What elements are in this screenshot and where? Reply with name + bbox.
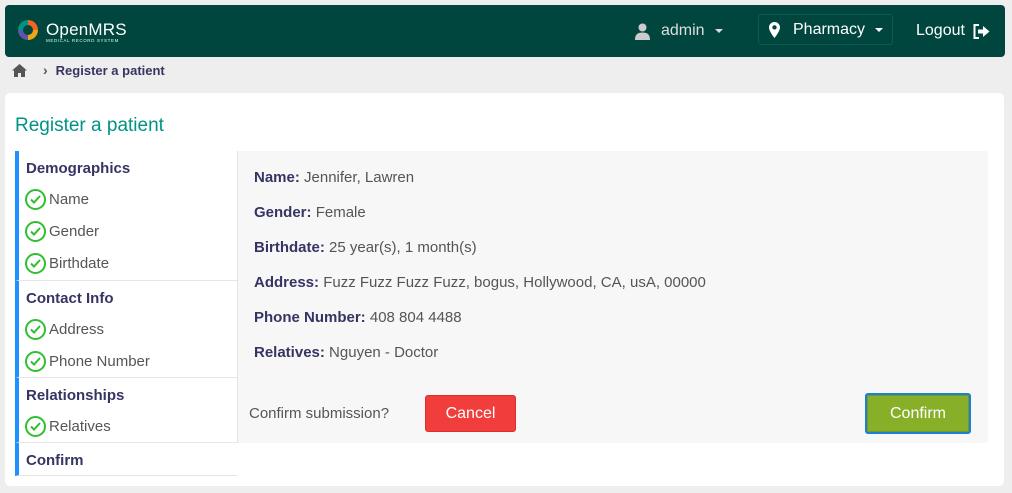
cancel-button[interactable]: Cancel [425, 395, 516, 432]
confirmation-summary: Name: Jennifer, Lawren Gender: Female Bi… [237, 151, 988, 443]
step-label: Name [49, 190, 90, 208]
user-menu[interactable]: admin [635, 19, 723, 43]
sign-out-icon [973, 23, 990, 39]
home-icon[interactable] [12, 63, 27, 77]
openmrs-logo[interactable]: OpenMRS MEDICAL RECORD SYSTEM [16, 18, 127, 44]
summary-name: Name: Jennifer, Lawren [254, 169, 414, 186]
summary-relatives: Relatives: Nguyen - Doctor [254, 344, 438, 361]
step-phone-number[interactable]: Phone Number [19, 345, 237, 377]
section-title[interactable]: Confirm [19, 443, 237, 475]
openmrs-logo-icon [16, 18, 40, 42]
field-value: Jennifer, Lawren [304, 169, 415, 186]
step-label: Phone Number [49, 352, 150, 370]
summary-phone-number: Phone Number: 408 804 4488 [254, 309, 462, 326]
field-value: Nguyen - Doctor [329, 344, 439, 361]
location-label: Pharmacy [793, 20, 866, 38]
field-label: Relatives: [254, 344, 325, 361]
step-relatives[interactable]: Relatives [19, 410, 237, 442]
brand-name: OpenMRS [46, 20, 127, 39]
check-circle-icon [25, 220, 46, 242]
section-title[interactable]: Demographics [19, 151, 237, 183]
chevron-down-icon [875, 27, 884, 32]
chevron-right-icon: › [43, 62, 48, 78]
top-navbar: OpenMRS MEDICAL RECORD SYSTEM admin Phar… [5, 5, 1005, 57]
section-title[interactable]: Relationships [19, 378, 237, 410]
username-label: admin [661, 22, 705, 39]
check-circle-icon [25, 415, 46, 437]
field-label: Address: [254, 274, 320, 291]
confirm-question: Confirm submission? [249, 405, 390, 422]
step-label: Address [49, 320, 105, 338]
section-demographics[interactable]: Demographics Name Gender Birthdate [15, 151, 237, 281]
step-label: Relatives [49, 417, 111, 435]
check-circle-icon [25, 188, 46, 210]
section-confirm[interactable]: Confirm [15, 443, 237, 476]
field-value: 408 804 4488 [369, 309, 462, 326]
breadcrumb-current: Register a patient [55, 62, 165, 78]
step-gender[interactable]: Gender [19, 215, 237, 247]
summary-gender: Gender: Female [254, 204, 366, 221]
field-label: Birthdate: [254, 239, 325, 256]
step-label: Birthdate [49, 254, 110, 272]
field-label: Gender: [254, 204, 312, 221]
step-birthdate[interactable]: Birthdate [19, 247, 237, 279]
confirm-button[interactable]: Confirm [865, 393, 971, 434]
step-address[interactable]: Address [19, 313, 237, 345]
field-label: Name: [254, 169, 300, 186]
step-label: Gender [49, 222, 100, 240]
map-marker-icon [769, 21, 780, 38]
field-value: 25 year(s), 1 month(s) [329, 239, 477, 256]
section-contact-info[interactable]: Contact Info Address Phone Number [15, 281, 237, 378]
chevron-down-icon [714, 29, 723, 33]
user-icon [635, 23, 650, 40]
page-title: Register a patient [15, 115, 164, 136]
summary-birthdate: Birthdate: 25 year(s), 1 month(s) [254, 239, 477, 256]
step-name[interactable]: Name [19, 183, 237, 215]
check-circle-icon [25, 350, 46, 372]
check-circle-icon [25, 318, 46, 340]
field-value: Female [315, 204, 366, 221]
breadcrumb: › Register a patient [12, 60, 165, 80]
section-title[interactable]: Contact Info [19, 281, 237, 313]
summary-address: Address: Fuzz Fuzz Fuzz Fuzz, bogus, Hol… [254, 274, 706, 291]
section-relationships[interactable]: Relationships Relatives [15, 378, 237, 443]
logout-label: Logout [916, 22, 965, 39]
registration-steps-sidebar: Demographics Name Gender Birthdate Conta… [15, 151, 237, 476]
brand-subtitle: MEDICAL RECORD SYSTEM [46, 38, 119, 43]
logout-link[interactable]: Logout [916, 19, 990, 43]
location-selector[interactable]: Pharmacy [758, 14, 893, 45]
field-value: Fuzz Fuzz Fuzz Fuzz, bogus, Hollywood, C… [323, 274, 706, 291]
main-panel: Register a patient Demographics Name Gen… [5, 93, 1004, 486]
check-circle-icon [25, 252, 46, 274]
field-label: Phone Number: [254, 309, 366, 326]
